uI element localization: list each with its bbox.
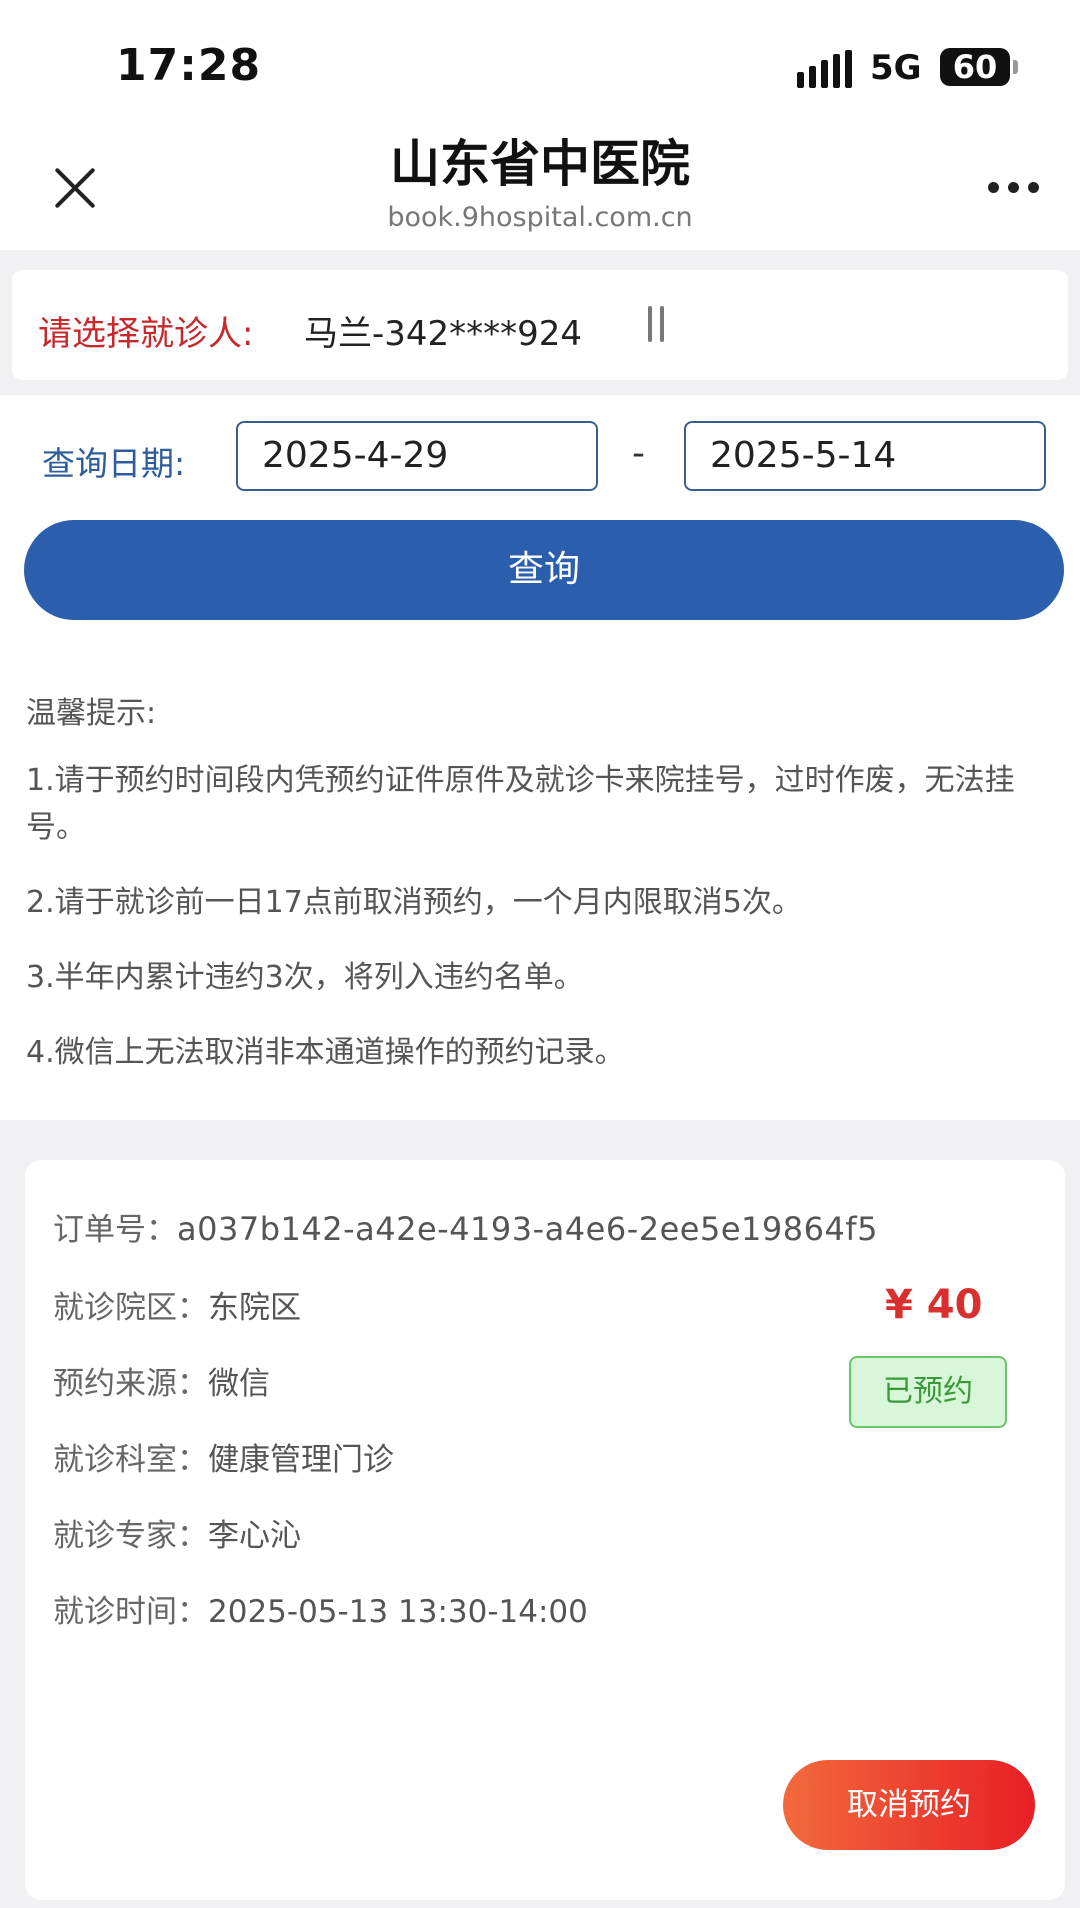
department-label: 就诊科室：: [53, 1442, 208, 1478]
patient-label: 请选择就诊人:: [38, 314, 254, 354]
visit-time-row: 就诊时间：2025-05-13 13:30-14:00: [53, 1586, 588, 1631]
tip-item: 3.半年内累计违约3次，将列入违约名单。: [26, 960, 584, 995]
cancel-appointment-button[interactable]: 取消预约: [783, 1760, 1035, 1850]
query-button[interactable]: 查询: [24, 520, 1064, 620]
campus-label: 就诊院区：: [53, 1290, 208, 1326]
tip-item: 2.请于就诊前一日17点前取消预约，一个月内限取消5次。: [26, 885, 802, 920]
date-label: 查询日期:: [42, 444, 186, 483]
status-time: 17:28: [116, 40, 262, 91]
order-id-value: a037b142-a42e-4193-a4e6-2ee5e19864f5: [177, 1210, 878, 1248]
department-row: 就诊科室：健康管理门诊: [53, 1434, 394, 1479]
page-title: 山东省中医院: [390, 135, 690, 193]
more-icon[interactable]: [988, 182, 1040, 194]
doctor-label: 就诊专家：: [53, 1518, 208, 1554]
battery-icon: 60: [940, 48, 1018, 86]
order-id-row: 订单号：a037b142-a42e-4193-a4e6-2ee5e19864f5: [53, 1204, 878, 1249]
doctor-value: 李心沁: [208, 1518, 301, 1554]
date-separator: -: [632, 433, 645, 474]
tip-item: 4.微信上无法取消非本通道操作的预约记录。: [26, 1035, 625, 1070]
tip-item: 1.请于预约时间段内凭预约证件原件及就诊卡来院挂号，过时作废，无法挂号。: [26, 763, 1015, 845]
source-value: 微信: [208, 1366, 270, 1402]
signal-icon: [797, 50, 852, 88]
tips-block: 温馨提示: 1.请于预约时间段内凭预约证件原件及就诊卡来院挂号，过时作废，无法挂…: [26, 690, 1056, 1104]
tips-title: 温馨提示:: [26, 696, 157, 731]
source-label: 预约来源：: [53, 1366, 208, 1402]
order-id-label: 订单号：: [53, 1212, 177, 1248]
campus-row: 就诊院区：东院区: [53, 1282, 301, 1327]
network-label: 5G: [870, 48, 922, 88]
department-value: 健康管理门诊: [208, 1442, 394, 1478]
start-date-input[interactable]: 2025-4-29: [236, 421, 598, 491]
source-row: 预约来源：微信: [53, 1358, 270, 1403]
patient-selector[interactable]: 请选择就诊人: 马兰-342****924: [12, 270, 1068, 380]
header: 山东省中医院 book.9hospital.com.cn: [0, 110, 1080, 250]
patient-value: 马兰-342****924: [304, 314, 583, 354]
doctor-row: 就诊专家：李心沁: [53, 1510, 301, 1555]
swap-icon[interactable]: [640, 302, 674, 346]
order-card: 订单号：a037b142-a42e-4193-a4e6-2ee5e19864f5…: [25, 1160, 1065, 1900]
page-url: book.9hospital.com.cn: [387, 202, 693, 233]
visit-time-label: 就诊时间：: [53, 1594, 208, 1630]
query-section: 查询日期: 2025-4-29 - 2025-5-14 查询 温馨提示: 1.请…: [0, 395, 1080, 1120]
price-label: ¥ 40: [885, 1282, 983, 1328]
visit-time-value: 2025-05-13 13:30-14:00: [208, 1594, 588, 1630]
status-bar: 17:28 5G 60: [0, 0, 1080, 110]
end-date-input[interactable]: 2025-5-14: [684, 421, 1046, 491]
status-badge: 已预约: [849, 1356, 1007, 1428]
campus-value: 东院区: [208, 1290, 301, 1326]
